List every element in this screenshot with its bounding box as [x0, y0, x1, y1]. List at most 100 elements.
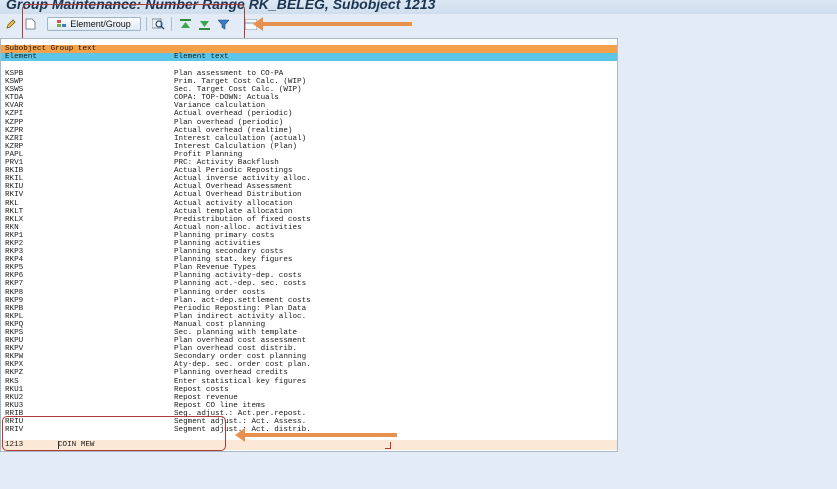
table-row[interactable]: RKPV Plan overhead cost distrib. [1, 345, 617, 353]
element-text: Enter statistical key figures [174, 377, 307, 386]
table-row[interactable]: KVAR Variance calculation [1, 102, 617, 110]
column-header-row: Element Element text [1, 53, 617, 61]
element-code: KZRI [5, 134, 24, 143]
table-row[interactable]: RKN Actual non-alloc. activities [1, 224, 617, 232]
table-row[interactable]: RKU2 Repost revenue [1, 394, 617, 402]
table-row[interactable]: KZPP Plan overhead (periodic) [1, 119, 617, 127]
table-row[interactable]: KSWS Sec. Target Cost Calc. (WIP) [1, 86, 617, 94]
element-code: RKIB [5, 167, 24, 176]
table-row[interactable]: KTDA COPA: TOP-DOWN: Actuals [1, 94, 617, 102]
table-row[interactable]: KSPB Plan assessment to CO-PA [1, 70, 617, 78]
table-row[interactable]: RKP6 Planning activity-dep. costs [1, 272, 617, 280]
table-row[interactable]: RKPL Plan indirect activity alloc. [1, 313, 617, 321]
table-row[interactable]: RKU3 Repost CO line items [1, 402, 617, 410]
table-row[interactable]: RKP3 Planning secondary costs [1, 248, 617, 256]
element-code: RKP7 [5, 280, 24, 289]
table-row[interactable]: RKPZ Planning overhead credits [1, 369, 617, 377]
column-header-element[interactable]: Element [5, 53, 37, 61]
table-row[interactable]: KZPI Actual overhead (periodic) [1, 110, 617, 118]
table-row[interactable]: RKPW Secondary order cost planning [1, 353, 617, 361]
column-header-element-text[interactable]: Element text [174, 53, 229, 61]
table-row[interactable]: KZPR Actual overhead (realtime) [1, 127, 617, 135]
element-code: RKU2 [5, 393, 24, 402]
element-code: RKIL [5, 175, 24, 184]
element-text: Plan overhead cost distrib. [174, 345, 298, 354]
table-row[interactable]: KZRI Interest calculation (actual) [1, 135, 617, 143]
table-row[interactable]: RKIB Actual Periodic Repostings [1, 167, 617, 175]
table-row[interactable]: RKP8 Planning order costs [1, 289, 617, 297]
table-row[interactable]: RKS Enter statistical key figures [1, 378, 617, 386]
element-text: COPA: TOP-DOWN: Actuals [174, 94, 279, 103]
element-code: KSPB [5, 70, 24, 78]
element-text: Repost CO line items [174, 401, 266, 410]
element-text: Actual non-alloc. activities [174, 223, 302, 232]
element-code: RKS [5, 377, 19, 386]
table-row[interactable]: RKP9 Plan. act-dep.settlement costs [1, 297, 617, 305]
annotation-arrow-footer [235, 428, 397, 442]
element-text: Repost costs [174, 385, 229, 394]
pencil-icon[interactable] [4, 17, 18, 31]
table-row[interactable]: RKIV Actual Overhead Distribution [1, 191, 617, 199]
table-row[interactable]: PAPL Profit Planning [1, 151, 617, 159]
element-text: Actual overhead (periodic) [174, 110, 293, 119]
table-row[interactable]: RKP1 Planning primary costs [1, 232, 617, 240]
table-row[interactable]: RKIU Actual Overhead Assessment [1, 183, 617, 191]
element-code: KZPI [5, 110, 24, 119]
table-row[interactable]: RKPB Periodic Reposting: Plan Data [1, 305, 617, 313]
element-rows: KSPB Plan assessment to CO-PA KSWP Prim. Ta… [1, 70, 617, 434]
element-text: Actual inverse activity alloc. [174, 175, 311, 184]
element-text: Manual cost planning [174, 320, 266, 329]
element-code: RKP1 [5, 231, 24, 240]
table-row[interactable]: KSWP Prim. Target Cost Calc. (WIP) [1, 78, 617, 86]
element-text: Actual Overhead Distribution [174, 191, 302, 200]
table-row[interactable]: RKPU Plan overhead cost assessment [1, 337, 617, 345]
element-code: RKU1 [5, 385, 24, 394]
element-text: Actual activity allocation [174, 199, 293, 208]
element-code: RKIU [5, 183, 24, 192]
element-text: Planning stat. key figures [174, 256, 293, 265]
element-code: RKLT [5, 207, 24, 216]
table-row[interactable]: RKP5 Plan Revenue Types [1, 264, 617, 272]
element-code: RKLX [5, 215, 24, 224]
element-text: PRC: Activity Backflush [174, 159, 279, 168]
element-code: KZRP [5, 142, 24, 151]
element-code: RKP3 [5, 248, 24, 257]
element-code: RKP8 [5, 288, 24, 297]
element-code: RKPU [5, 337, 24, 346]
element-text: Sec. planning with template [174, 329, 298, 337]
element-list-panel: Subobject Group text Element Element tex… [0, 38, 618, 452]
element-code: KZPR [5, 126, 24, 135]
element-text: Sec. Target Cost Calc. (WIP) [174, 86, 302, 95]
table-row[interactable]: RKP2 Planning activities [1, 240, 617, 248]
group-text-header-label: Subobject Group text [5, 45, 97, 53]
element-code: RKP4 [5, 256, 24, 265]
toolbar-highlight-box [22, 4, 245, 42]
element-code: KVAR [5, 102, 24, 111]
table-row[interactable]: RKIL Actual inverse activity alloc. [1, 175, 617, 183]
table-row[interactable]: RKLT Actual template allocation [1, 208, 617, 216]
table-row[interactable]: RKPQ Manual cost planning [1, 321, 617, 329]
element-code: RKPB [5, 304, 24, 313]
element-code: RKPQ [5, 320, 24, 329]
table-row[interactable]: RKU1 Repost costs [1, 386, 617, 394]
element-text: Profit Planning [174, 150, 243, 159]
table-row[interactable]: RKL Actual activity allocation [1, 200, 617, 208]
element-text: Actual template allocation [174, 207, 293, 216]
table-row[interactable]: RKPX Aty-dep. sec. order cost plan. [1, 361, 617, 369]
table-row[interactable]: PRV1 PRC: Activity Backflush [1, 159, 617, 167]
element-code: KSWP [5, 78, 24, 87]
element-code: RKPS [5, 329, 24, 337]
element-code: RKP9 [5, 296, 24, 305]
element-text: Variance calculation [174, 102, 266, 111]
element-text: Plan indirect activity alloc. [174, 312, 307, 321]
element-text: Periodic Reposting: Plan Data [174, 304, 307, 313]
element-text: Repost revenue [174, 393, 238, 402]
table-row[interactable]: RKPS Sec. planning with template [1, 329, 617, 337]
table-row[interactable]: RKP7 Planning act.-dep. sec. costs [1, 280, 617, 288]
table-row[interactable]: RKP4 Planning stat. key figures [1, 256, 617, 264]
table-row[interactable]: KZRP Interest Calculation (Plan) [1, 143, 617, 151]
element-text: Aty-dep. sec. order cost plan. [174, 361, 311, 370]
table-row[interactable]: RKLX Predistribution of fixed costs [1, 216, 617, 224]
element-text: Interest Calculation (Plan) [174, 142, 298, 151]
element-text: Planning overhead credits [174, 369, 288, 378]
